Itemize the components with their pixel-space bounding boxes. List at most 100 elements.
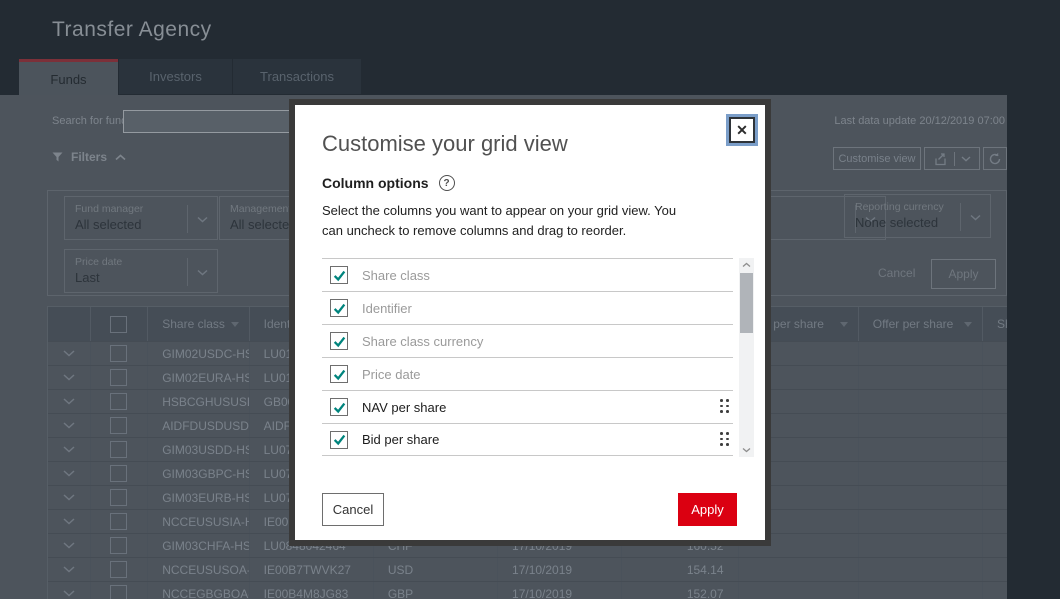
row-expand-chevron-icon[interactable] (63, 542, 75, 549)
modal-scrollbar[interactable] (739, 258, 754, 457)
column-checkbox[interactable] (330, 398, 348, 416)
row-checkbox[interactable] (110, 489, 127, 506)
row-checkbox[interactable] (110, 345, 127, 362)
column-checkbox[interactable] (330, 332, 348, 350)
filters-toggle[interactable]: Filters (52, 147, 126, 167)
drag-handle-icon[interactable] (720, 432, 729, 446)
table-row: NCCEGBGBOA-HSSI IE00B4M8JG83 GBP 17/10/2… (48, 581, 1007, 599)
export-icon (933, 152, 948, 166)
main-tabbar: Funds Investors Transactions (0, 59, 1060, 95)
scrollbar-thumb[interactable] (740, 273, 753, 333)
price-date-dropdown[interactable]: Price date Last (64, 249, 218, 293)
column-option-label: Share class (362, 268, 430, 283)
row-checkbox[interactable] (110, 369, 127, 386)
scroll-up-icon[interactable] (739, 258, 754, 272)
customise-view-button[interactable]: Customise view (833, 147, 921, 170)
cell-nav: 154.14 (622, 558, 738, 581)
help-icon[interactable]: ? (439, 175, 455, 191)
row-checkbox[interactable] (110, 585, 127, 599)
tab-funds[interactable]: Funds (19, 59, 118, 96)
cell-nav: 152.07 (622, 582, 738, 599)
column-option-label: Identifier (362, 301, 412, 316)
filter-cancel-button[interactable]: Cancel (878, 266, 915, 280)
column-option-label: NAV per share (362, 400, 446, 415)
column-option-label: Bid per share (362, 432, 439, 447)
export-button[interactable] (924, 147, 980, 170)
modal-description: Select the columns you want to appear on… (322, 201, 690, 241)
column-option-label: Price date (362, 367, 421, 382)
row-checkbox[interactable] (110, 513, 127, 530)
search-label: Search for funds (52, 115, 133, 127)
cell-share-class: GIM02EURA-HSSL (148, 366, 249, 389)
column-option-row: Share class currency (322, 324, 733, 357)
tab-investors[interactable]: Investors (119, 59, 232, 94)
chevron-up-icon (115, 154, 126, 161)
refresh-icon (988, 152, 1002, 166)
chevron-down-icon (197, 269, 208, 276)
column-header-sh[interactable]: Sh (983, 307, 1007, 341)
modal-cancel-button[interactable]: Cancel (322, 493, 384, 526)
chevron-down-icon (197, 216, 208, 223)
column-checkbox[interactable] (330, 299, 348, 317)
cell-share-class: NCCEUSUSOA-HSSI (148, 558, 249, 581)
row-checkbox[interactable] (110, 465, 127, 482)
drag-handle-icon[interactable] (720, 399, 729, 413)
last-update-text: Last data update 20/12/2019 07:00 (834, 115, 1005, 127)
column-checkbox[interactable] (330, 266, 348, 284)
column-options-list: Share class Identifier Share class curre… (322, 258, 733, 456)
cell-share-class: NCCEUSUSIA-HSSI (148, 510, 249, 533)
sort-icon (231, 322, 239, 327)
column-option-row: Share class (322, 258, 733, 291)
close-icon[interactable]: ✕ (729, 117, 755, 143)
row-checkbox[interactable] (110, 537, 127, 554)
cell-identifier: IE00B7TWVK27 (250, 558, 374, 581)
reporting-currency-dropdown[interactable]: Reporting currency None selected (844, 194, 991, 238)
chevron-down-icon (961, 156, 971, 162)
row-expand-chevron-icon[interactable] (63, 470, 75, 477)
filter-funnel-icon (52, 152, 63, 162)
row-expand-chevron-icon[interactable] (63, 398, 75, 405)
filter-apply-button[interactable]: Apply (931, 259, 996, 289)
transfer-agency-app: Transfer Agency Funds Investors Transact… (0, 0, 1060, 599)
cell-share-class: AIDFDUSDUSD-HTSG (148, 414, 249, 437)
column-option-row: Identifier (322, 291, 733, 324)
row-expand-chevron-icon[interactable] (63, 590, 75, 597)
cell-price-date: 17/10/2019 (498, 582, 622, 599)
row-expand-chevron-icon[interactable] (63, 518, 75, 525)
filters-label: Filters (71, 150, 107, 164)
cell-currency: USD (374, 558, 498, 581)
cell-share-class: GIM03GBPC-HSSL (148, 462, 249, 485)
row-expand-chevron-icon[interactable] (63, 374, 75, 381)
row-checkbox[interactable] (110, 393, 127, 410)
row-checkbox[interactable] (110, 561, 127, 578)
column-header-share-class[interactable]: Share class (148, 307, 249, 341)
cell-share-class: GIM02USDC-HSSL (148, 342, 249, 365)
row-expand-chevron-icon[interactable] (63, 494, 75, 501)
column-header-offer[interactable]: Offer per share (859, 307, 983, 341)
tab-transactions[interactable]: Transactions (233, 59, 361, 94)
row-expand-chevron-icon[interactable] (63, 422, 75, 429)
row-checkbox[interactable] (110, 417, 127, 434)
cell-share-class: NCCEGBGBOA-HSSI (148, 582, 249, 599)
column-option-row: Bid per share (322, 423, 733, 456)
row-expand-chevron-icon[interactable] (63, 446, 75, 453)
column-checkbox[interactable] (330, 365, 348, 383)
cell-share-class: GIM03EURB-HSSL (148, 486, 249, 509)
cell-currency: GBP (374, 582, 498, 599)
sort-icon (964, 322, 972, 327)
modal-apply-button[interactable]: Apply (678, 493, 737, 526)
page-title: Transfer Agency (52, 18, 212, 42)
row-expand-chevron-icon[interactable] (63, 566, 75, 573)
row-checkbox[interactable] (110, 441, 127, 458)
column-checkbox[interactable] (330, 431, 348, 449)
cell-share-class: GIM03USDD-HSSL (148, 438, 249, 461)
fund-manager-dropdown[interactable]: Fund manager All selected (64, 196, 218, 240)
select-all-checkbox[interactable] (110, 316, 127, 333)
scroll-down-icon[interactable] (739, 443, 754, 457)
customise-grid-modal: ✕ Customise your grid view Column option… (289, 99, 771, 546)
refresh-button[interactable] (983, 147, 1007, 170)
divider (954, 152, 955, 166)
cell-share-class: HSBCGHUSUSD-HSSI (148, 390, 249, 413)
table-row: NCCEUSUSOA-HSSI IE00B7TWVK27 USD 17/10/2… (48, 557, 1007, 581)
row-expand-chevron-icon[interactable] (63, 350, 75, 357)
